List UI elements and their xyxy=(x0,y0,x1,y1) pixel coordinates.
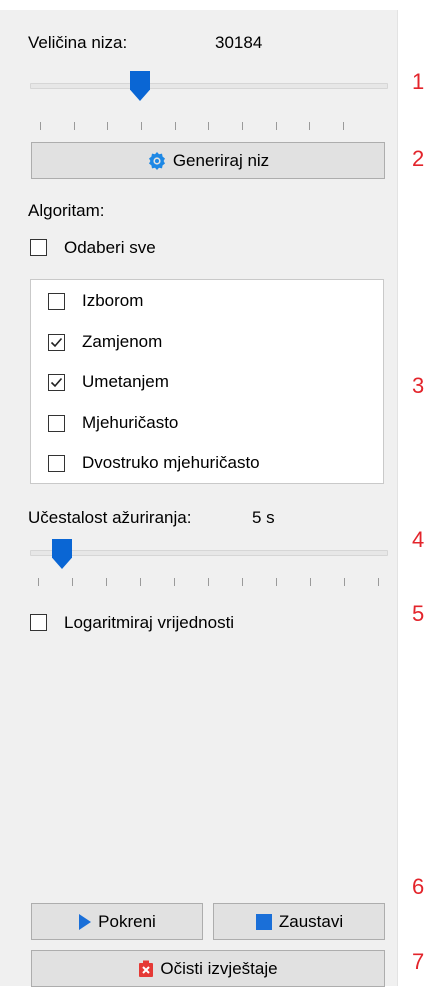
stop-icon xyxy=(255,913,272,930)
algorithm-checkbox-dvostruko-mjehuricasto[interactable] xyxy=(48,455,65,472)
slider-tick xyxy=(378,578,379,586)
algorithm-label-umetanjem: Umetanjem xyxy=(82,372,169,391)
update-frequency-value: 5 s xyxy=(252,508,275,527)
play-icon xyxy=(79,913,92,930)
algorithm-checkbox-mjehuricasto[interactable] xyxy=(48,415,65,432)
callout-2: 2 xyxy=(412,146,425,171)
run-label: Pokreni xyxy=(98,911,156,931)
slider-tick xyxy=(141,122,142,130)
stop-label: Zaustavi xyxy=(278,911,344,931)
slider-tick xyxy=(208,578,209,586)
slider-tick xyxy=(309,122,310,130)
callout-5: 5 xyxy=(412,601,425,626)
algorithm-label-zamjenom: Zamjenom xyxy=(82,332,163,351)
slider-tick xyxy=(242,122,243,130)
generate-array-button[interactable]: Generiraj niz xyxy=(31,142,385,179)
callout-4: 4 xyxy=(412,527,425,552)
update-frequency-slider-track[interactable] xyxy=(30,550,388,556)
callout-6: 6 xyxy=(412,874,425,899)
clear-reports-label: Očisti izvještaje xyxy=(160,958,278,978)
stop-button[interactable]: Zaustavi xyxy=(213,903,385,940)
slider-tick xyxy=(242,578,243,586)
log-values-checkbox[interactable] xyxy=(30,614,47,631)
algorithm-label: Algoritam: xyxy=(28,201,105,220)
scrollbar[interactable] xyxy=(397,10,410,986)
slider-tick xyxy=(106,578,107,586)
slider-tick xyxy=(276,122,277,130)
slider-tick xyxy=(310,578,311,586)
select-all-label: Odaberi sve xyxy=(64,238,156,257)
slider-tick xyxy=(140,578,141,586)
update-frequency-slider-ticks xyxy=(38,578,379,586)
update-frequency-label: Učestalost ažuriranja: xyxy=(28,508,192,527)
slider-tick xyxy=(40,122,41,130)
gear-icon xyxy=(148,151,165,170)
clear-reports-button[interactable]: Očisti izvještaje xyxy=(31,950,385,987)
array-size-label: Veličina niza: xyxy=(28,33,128,52)
checkmark-icon xyxy=(50,377,63,388)
clear-report-icon xyxy=(139,960,154,977)
log-values-label: Logaritmiraj vrijednosti xyxy=(64,613,235,632)
array-size-value: 30184 xyxy=(215,33,263,52)
array-size-slider-track[interactable] xyxy=(30,83,388,89)
slider-tick xyxy=(343,122,344,130)
array-size-slider-ticks xyxy=(40,122,344,130)
algorithm-list: Izborom Zamjenom Umetanjem Mjehuričasto … xyxy=(30,279,384,484)
callout-7: 7 xyxy=(412,949,425,974)
slider-tick xyxy=(174,578,175,586)
slider-tick xyxy=(74,122,75,130)
slider-tick xyxy=(72,578,73,586)
slider-tick xyxy=(38,578,39,586)
slider-tick xyxy=(276,578,277,586)
slider-tick xyxy=(175,122,176,130)
generate-array-label: Generiraj niz xyxy=(172,150,270,170)
callout-1: 1 xyxy=(412,69,425,94)
algorithm-label-dvostruko-mjehuricasto: Dvostruko mjehuričasto xyxy=(82,453,260,472)
checkmark-icon xyxy=(50,337,63,348)
algorithm-checkbox-zamjenom[interactable] xyxy=(48,334,65,351)
algorithm-label-izborom: Izborom xyxy=(82,291,144,310)
algorithm-label-mjehuricasto: Mjehuričasto xyxy=(82,413,179,432)
slider-tick xyxy=(208,122,209,130)
algorithm-checkbox-izborom[interactable] xyxy=(48,293,65,310)
run-button[interactable]: Pokreni xyxy=(31,903,203,940)
slider-tick xyxy=(344,578,345,586)
algorithm-checkbox-umetanjem[interactable] xyxy=(48,374,65,391)
select-all-checkbox[interactable] xyxy=(30,239,47,256)
callout-3: 3 xyxy=(412,373,425,398)
slider-tick xyxy=(107,122,108,130)
